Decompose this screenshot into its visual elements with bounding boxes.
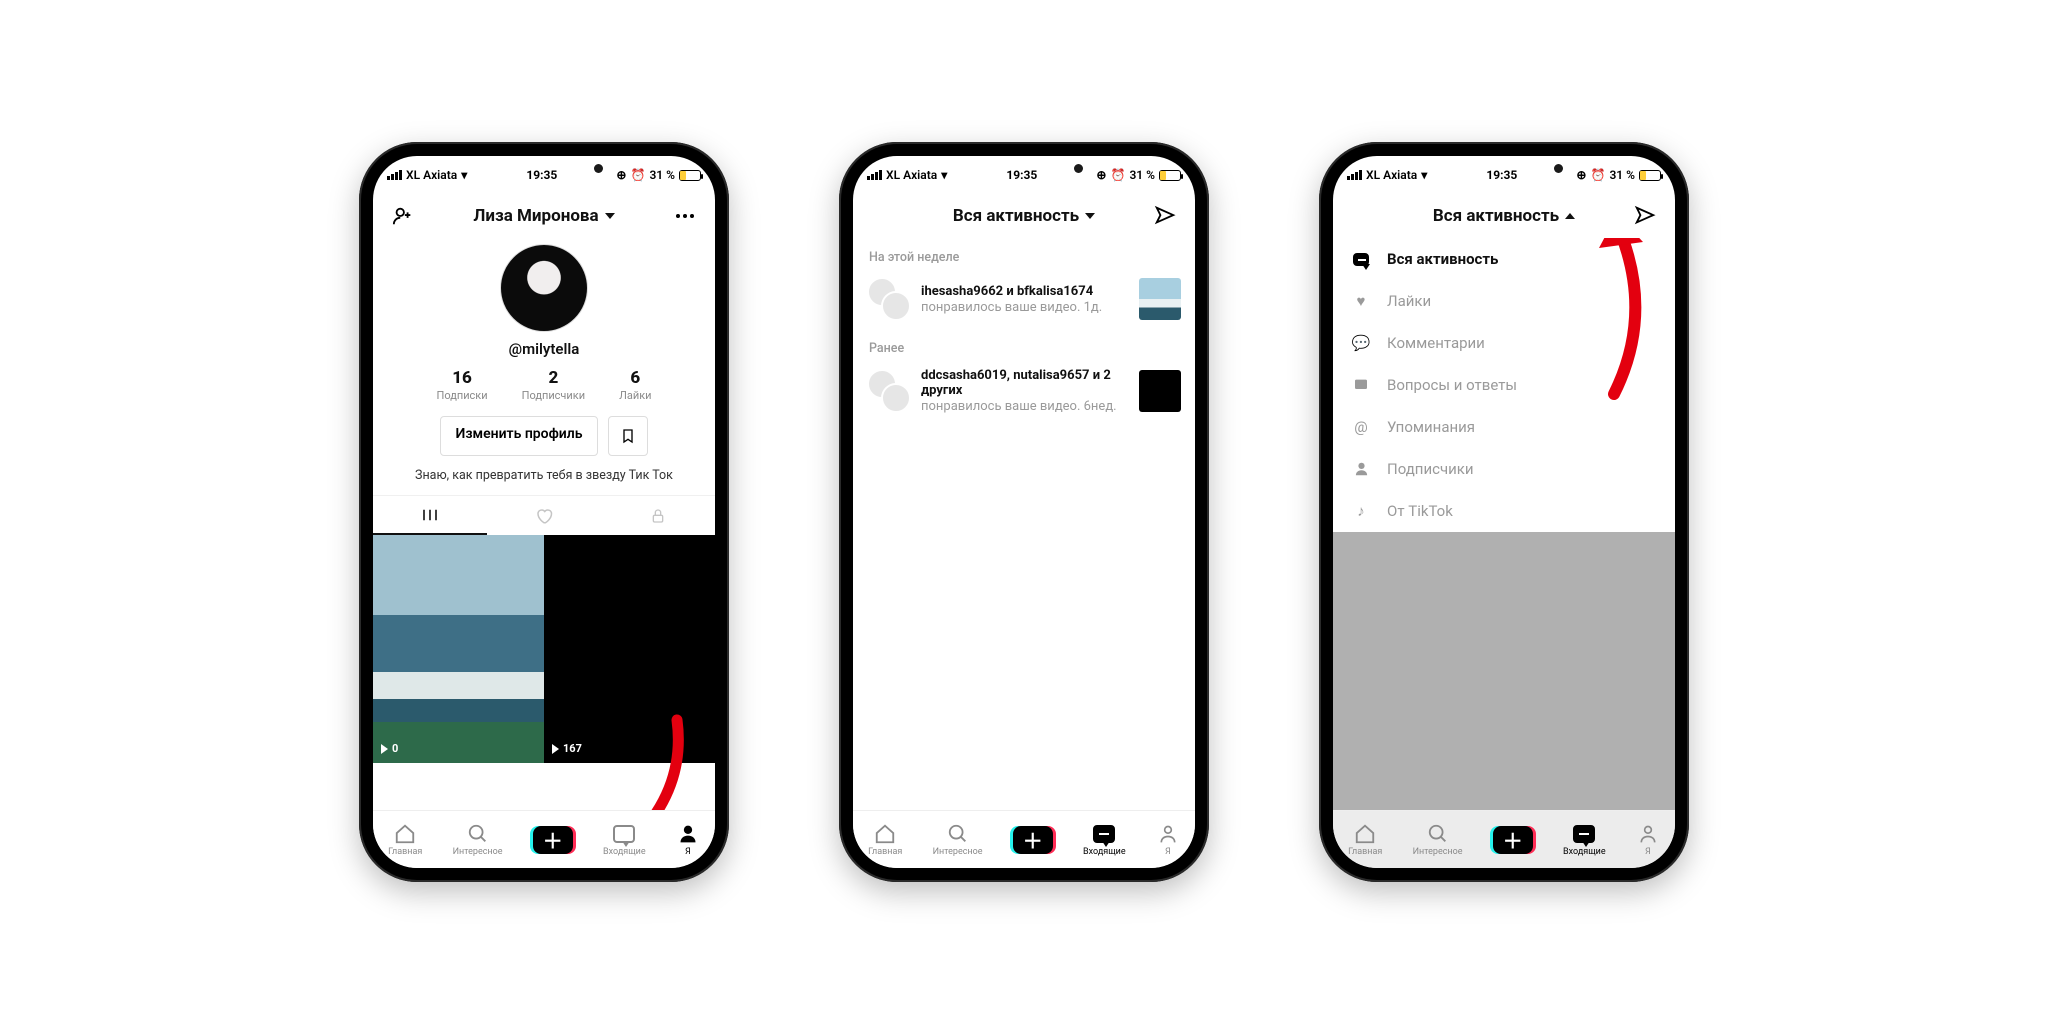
activity-filter-button[interactable]: Вся активность	[1433, 206, 1575, 226]
username[interactable]: @milytella	[373, 340, 715, 358]
video-thumb[interactable]	[1139, 370, 1181, 412]
video-grid: 0 167	[373, 535, 715, 763]
topbar: Лиза Миронова	[373, 194, 715, 238]
stacked-avatars-icon	[867, 277, 911, 321]
tab-home[interactable]: Главная	[388, 823, 422, 857]
comment-icon: 💬	[1351, 334, 1371, 352]
phone-inbox: XL Axiata▾ 19:35 ⊕⏰31 % Вся активность Н…	[839, 142, 1209, 882]
add-user-icon[interactable]	[389, 202, 417, 230]
tab-me[interactable]: Я	[676, 823, 700, 857]
battery-pct: 31 %	[649, 168, 675, 182]
tabbar: Главная Интересное ＋ Входящие Я	[373, 810, 715, 868]
stacked-avatars-icon	[867, 369, 911, 413]
tab-inbox[interactable]: Входящие	[1563, 823, 1606, 857]
filter-qa[interactable]: Вопросы и ответы	[1333, 364, 1675, 406]
activity-filter-button[interactable]: Вся активность	[953, 206, 1095, 226]
section-header: На этой неделе	[853, 238, 1195, 269]
tab-inbox[interactable]: Входящие	[603, 823, 646, 857]
phone-profile: XL Axiata ▾ 19:35 ⊕ ⏰ 31 % Лиза Миронова @m…	[359, 142, 729, 882]
tab-me[interactable]: Я	[1636, 823, 1660, 857]
tab-discover[interactable]: Интересное	[933, 823, 983, 857]
person-icon	[1351, 461, 1371, 477]
section-header: Ранее	[853, 329, 1195, 360]
chevron-up-icon	[1565, 213, 1575, 219]
tab-grid[interactable]	[373, 496, 487, 535]
profile-body: @milytella 16Подписки 2Подписчики 6Лайки…	[373, 238, 715, 810]
tab-discover[interactable]: Интересное	[453, 823, 503, 857]
tab-create[interactable]: ＋	[1493, 826, 1533, 854]
chat-icon	[1351, 253, 1371, 266]
filter-comments[interactable]: 💬Комментарии	[1333, 322, 1675, 364]
stat-likes[interactable]: 6Лайки	[619, 368, 651, 402]
send-icon[interactable]	[1151, 202, 1179, 230]
status-bar: XL Axiata▾ 19:35 ⊕⏰31 %	[1333, 156, 1675, 194]
bookmark-button[interactable]	[608, 416, 648, 456]
filter-menu: Вся активность ♥Лайки 💬Комментарии Вопро…	[1333, 238, 1675, 532]
more-icon[interactable]	[671, 202, 699, 230]
inbox-body: На этой неделе ihesasha9662 и bfkalisa16…	[853, 238, 1195, 810]
clock: 19:35	[526, 168, 557, 182]
tab-home[interactable]: Главная	[1348, 823, 1382, 857]
stat-followers[interactable]: 2Подписчики	[522, 368, 585, 402]
notification-row[interactable]: ddcsasha6019, nutalisa9657 и 2 другихпон…	[853, 360, 1195, 422]
heart-icon: ♥	[1351, 292, 1371, 310]
filter-followers[interactable]: Подписчики	[1333, 448, 1675, 490]
status-bar: XL Axiata ▾ 19:35 ⊕ ⏰ 31 %	[373, 156, 715, 194]
stats-row: 16Подписки 2Подписчики 6Лайки	[373, 368, 715, 402]
tab-liked[interactable]	[487, 496, 601, 535]
avatar[interactable]	[500, 244, 588, 332]
status-bar: XL Axiata▾ 19:35 ⊕⏰31 %	[853, 156, 1195, 194]
wifi-icon: ▾	[461, 168, 467, 182]
tab-inbox[interactable]: Входящие	[1083, 823, 1126, 857]
filter-body: Вся активность ♥Лайки 💬Комментарии Вопро…	[1333, 238, 1675, 810]
notification-row[interactable]: ihesasha9662 и bfkalisa1674понравилось в…	[853, 269, 1195, 329]
phone-filter: XL Axiata▾ 19:35 ⊕⏰31 % Вся активность В…	[1319, 142, 1689, 882]
filter-mentions[interactable]: @Упоминания	[1333, 406, 1675, 448]
tab-create[interactable]: ＋	[1013, 826, 1053, 854]
chevron-down-icon	[1085, 213, 1095, 219]
video-thumb[interactable]: 167	[544, 535, 715, 763]
content-tabs	[373, 495, 715, 535]
plus-icon: ＋	[533, 826, 573, 854]
profile-switcher[interactable]: Лиза Миронова	[473, 206, 614, 226]
send-icon[interactable]	[1631, 202, 1659, 230]
stat-following[interactable]: 16Подписки	[436, 368, 487, 402]
at-icon: @	[1351, 418, 1371, 436]
screen: XL Axiata ▾ 19:35 ⊕ ⏰ 31 % Лиза Миронова @m…	[373, 156, 715, 868]
filter-likes[interactable]: ♥Лайки	[1333, 280, 1675, 322]
qa-icon	[1351, 377, 1371, 393]
profile-title: Лиза Миронова	[473, 206, 598, 226]
chevron-down-icon	[605, 213, 615, 219]
video-thumb[interactable]: 0	[373, 535, 544, 763]
filter-all[interactable]: Вся активность	[1333, 238, 1675, 280]
tab-create[interactable]: ＋	[533, 826, 573, 854]
tiktok-icon: ♪	[1351, 502, 1371, 520]
edit-profile-button[interactable]: Изменить профиль	[440, 416, 597, 456]
tab-private[interactable]	[601, 496, 715, 535]
bio: Знаю, как превратить тебя в звезду Тик Т…	[385, 468, 703, 483]
tab-discover[interactable]: Интересное	[1413, 823, 1463, 857]
tab-home[interactable]: Главная	[868, 823, 902, 857]
carrier-label: XL Axiata	[406, 168, 457, 182]
battery-icon	[679, 170, 701, 181]
filter-from-tiktok[interactable]: ♪От TikTok	[1333, 490, 1675, 532]
tab-me[interactable]: Я	[1156, 823, 1180, 857]
locate-icon: ⊕	[616, 168, 626, 182]
alarm-icon: ⏰	[630, 168, 645, 182]
signal-icon	[387, 170, 402, 180]
video-thumb[interactable]	[1139, 278, 1181, 320]
